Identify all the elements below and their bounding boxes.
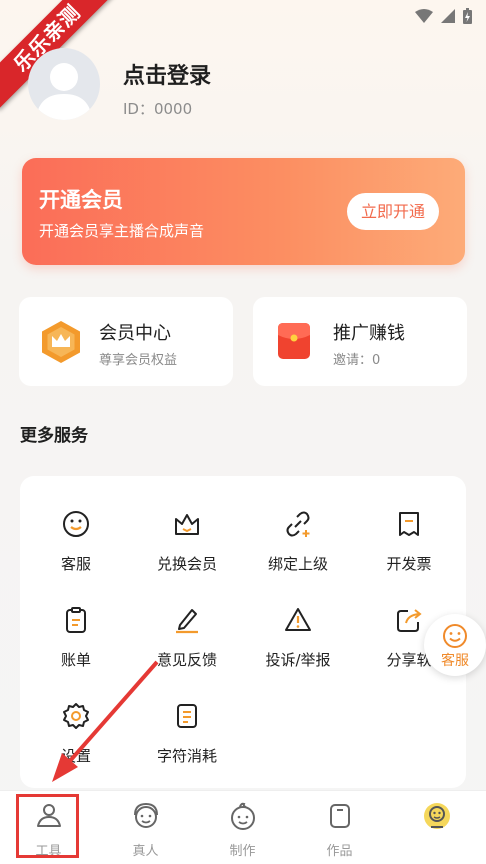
face-icon <box>231 802 255 830</box>
services-panel: 客服 兑换会员 绑定上级 开发票 账单 意见反馈 投诉/举报 分享软 设置 字符… <box>20 476 466 788</box>
service-label: 投诉/举报 <box>265 651 331 669</box>
battery-icon <box>463 8 472 24</box>
tab-label: 作品 <box>326 844 353 859</box>
square-icon <box>330 804 350 828</box>
smiley-icon <box>443 624 467 648</box>
member-center-subtitle: 尊享会员权益 <box>99 353 178 368</box>
service-label: 开发票 <box>386 555 432 573</box>
service-label: 设置 <box>60 747 91 765</box>
vip-title: 开通会员 <box>39 188 123 212</box>
floating-support-label: 客服 <box>441 653 469 669</box>
user-silhouette-icon <box>36 63 92 120</box>
promote-subtitle: 邀请：0 <box>333 353 381 368</box>
vip-subtitle: 开通会员享主播合成声音 <box>39 222 205 240</box>
smiley-icon <box>63 511 89 537</box>
link-icon <box>286 511 310 537</box>
document-icon <box>177 704 197 728</box>
service-label: 账单 <box>60 651 91 669</box>
service-label: 兑换会员 <box>156 555 217 573</box>
clipboard-icon <box>66 607 86 633</box>
tab-works[interactable]: 作品 <box>291 791 388 864</box>
headset-face-icon <box>134 802 158 828</box>
service-bind-superior[interactable]: 绑定上级 <box>248 486 348 573</box>
crown-icon <box>175 514 199 535</box>
user-id: ID：0000 <box>123 100 193 118</box>
avatar-badge-icon <box>424 803 450 829</box>
more-services-title: 更多服务 <box>20 426 88 446</box>
signal-icon <box>441 9 455 23</box>
annotation-highlight-box <box>16 794 79 858</box>
service-char-usage[interactable]: 字符消耗 <box>137 678 237 765</box>
floating-support-button[interactable]: 客服 <box>424 614 486 676</box>
receipt-icon <box>399 512 419 536</box>
crown-hexagon-icon <box>42 321 80 363</box>
service-redeem-vip[interactable]: 兑换会员 <box>137 486 237 573</box>
gear-icon <box>63 703 89 729</box>
service-label: 意见反馈 <box>156 651 217 669</box>
service-customer-support[interactable]: 客服 <box>26 486 126 573</box>
service-label: 字符消耗 <box>156 747 217 765</box>
tab-real-person[interactable]: 真人 <box>97 791 194 864</box>
service-label: 绑定上级 <box>267 555 328 573</box>
warning-icon <box>285 608 311 631</box>
service-invoice[interactable]: 开发票 <box>359 486 459 573</box>
service-label: 客服 <box>60 555 91 573</box>
avatar[interactable] <box>28 48 100 120</box>
vip-banner[interactable]: 开通会员 开通会员享主播合成声音 立即开通 <box>22 158 465 265</box>
promote-card[interactable]: 推广赚钱 邀请：0 <box>253 297 467 386</box>
promote-title: 推广赚钱 <box>333 323 405 344</box>
login-title[interactable]: 点击登录 <box>123 58 211 90</box>
tab-create[interactable]: 制作 <box>194 791 291 864</box>
pencil-icon <box>176 609 198 634</box>
member-center-title: 会员中心 <box>99 323 171 344</box>
service-bill[interactable]: 账单 <box>26 582 126 669</box>
service-complaint[interactable]: 投诉/举报 <box>248 582 348 669</box>
tab-label: 制作 <box>229 844 256 859</box>
service-settings[interactable]: 设置 <box>26 678 126 765</box>
wifi-icon <box>415 9 433 23</box>
red-envelope-icon <box>278 323 310 359</box>
service-feedback[interactable]: 意见反馈 <box>137 582 237 669</box>
tab-profile[interactable] <box>388 791 485 864</box>
share-icon <box>397 609 422 632</box>
open-vip-button[interactable]: 立即开通 <box>347 193 439 230</box>
member-center-card[interactable]: 会员中心 尊享会员权益 <box>19 297 233 386</box>
tab-label: 真人 <box>132 844 159 859</box>
